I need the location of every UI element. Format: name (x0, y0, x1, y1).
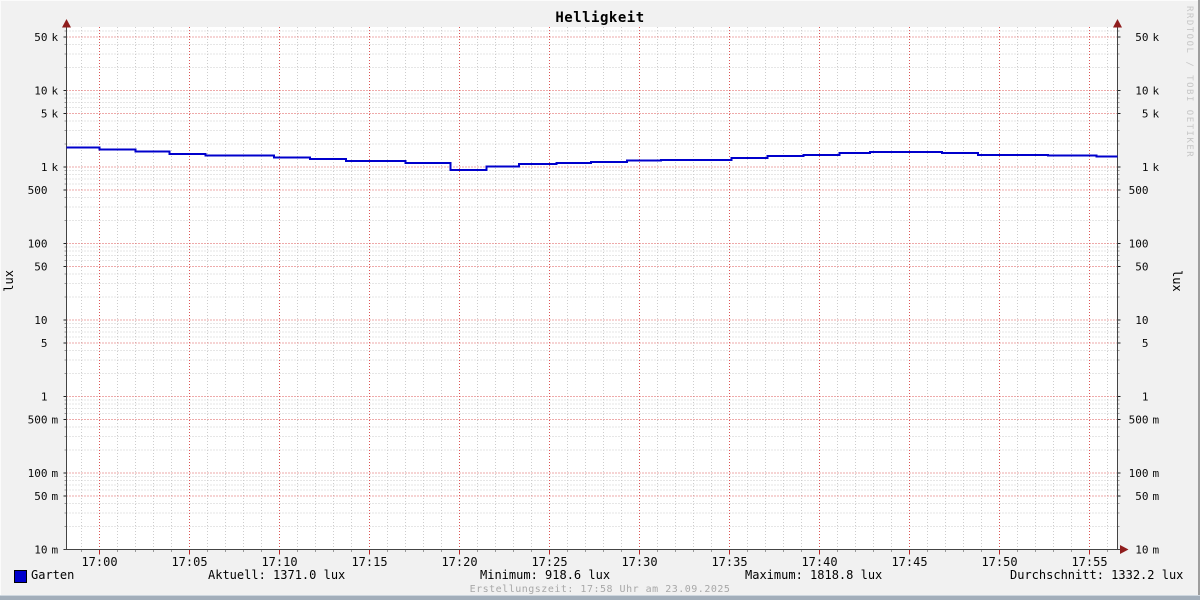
y-tick-unit-left: m (52, 467, 59, 480)
y-tick-label-left: 1 (41, 391, 48, 404)
y-tick-label-right: 1 (1142, 391, 1149, 404)
graph-frame: Helligkeit 17:00 17:05 17:10 17:15 17:20 17:2… (0, 0, 1200, 600)
y-tick-label-right: 100 (1129, 467, 1149, 480)
y-tick-unit-left: k (52, 31, 59, 44)
y-tick-label-left: 50 (34, 31, 47, 44)
y-tick-label-right: 100 (1129, 238, 1149, 251)
y-tick-label-left: 100 (28, 238, 48, 251)
y-tick-label-right: 500 (1129, 184, 1149, 197)
y-tick-label-right: 50 (1135, 31, 1148, 44)
x-tick-label: 17:20 (441, 555, 477, 569)
y-tick-unit-left: k (52, 161, 59, 174)
rrdtool-watermark: RRDTOOL / TOBI OETIKER (1184, 6, 1194, 159)
x-tick-label: 17:10 (261, 555, 297, 569)
legend-row: Garten Aktuell: 1371.0 lux Minimum: 918.… (0, 568, 1200, 583)
x-tick-label: 17:50 (981, 555, 1017, 569)
y-axis-unit-label-right: lux (1170, 270, 1184, 292)
y-tick-label-left: 10 (34, 314, 47, 327)
y-axis-arrow-right (1113, 19, 1122, 28)
y-tick-unit-left: m (52, 544, 59, 557)
legend-series-name: Garten (31, 568, 75, 582)
stat-aktuell: Aktuell: 1371.0 lux (208, 568, 346, 582)
y-tick-unit-left: k (52, 85, 59, 98)
y-tick-label-right: 50 (1135, 490, 1148, 503)
y-tick-unit-left: m (52, 490, 59, 503)
x-tick-label: 17:00 (81, 555, 117, 569)
y-tick-label-left: 50 (34, 490, 47, 503)
y-tick-label-right: 500 (1129, 414, 1149, 427)
legend-color-swatch (14, 570, 27, 583)
y-tick-label-right: 5 (1142, 337, 1149, 350)
x-tick-label: 17:35 (711, 555, 747, 569)
y-tick-unit-right: k (1153, 85, 1160, 98)
y-tick-label-right: 5 (1142, 108, 1149, 121)
y-axis-unit-label-left: lux (2, 270, 16, 292)
y-tick-label-right: 10 (1135, 85, 1148, 98)
y-tick-unit-right: k (1153, 31, 1160, 44)
stat-minimum: Minimum: 918.6 lux (480, 568, 611, 582)
y-tick-label-left: 500 (28, 414, 48, 427)
x-tick-label: 17:30 (621, 555, 657, 569)
y-tick-label-left: 100 (28, 467, 48, 480)
x-tick-label: 17:45 (891, 555, 927, 569)
y-tick-label-left: 50 (34, 261, 47, 274)
x-tick-label: 17:15 (351, 555, 387, 569)
y-tick-unit-left: k (52, 108, 59, 121)
y-tick-label-right: 1 (1142, 161, 1149, 174)
chart-canvas: 17:00 17:05 17:10 17:15 17:20 17:25 17:30 17:35… (28, 19, 1160, 569)
x-axis-arrow (1120, 545, 1129, 554)
y-tick-unit-right: m (1153, 544, 1160, 557)
y-tick-label-left: 5 (41, 108, 48, 121)
stat-maximum: Maximum: 1818.8 lux (745, 568, 883, 582)
x-tick-label: 17:55 (1071, 555, 1107, 569)
x-tick-label: 17:25 (531, 555, 567, 569)
y-tick-label-left: 1 (41, 161, 48, 174)
y-tick-unit-right: k (1153, 161, 1160, 174)
stat-durchschnitt: Durchschnitt: 1332.2 lux (1010, 568, 1184, 582)
y-tick-label-right: 10 (1135, 314, 1148, 327)
x-tick-label: 17:05 (171, 555, 207, 569)
creation-timestamp: Erstellungszeit: 17:58 Uhr am 23.09.2025 (469, 584, 731, 595)
y-tick-label-left: 5 (41, 337, 48, 350)
y-tick-unit-right: m (1153, 490, 1160, 503)
y-tick-label-right: 10 (1135, 544, 1148, 557)
y-tick-unit-right: m (1153, 467, 1160, 480)
y-tick-unit-left: m (52, 414, 59, 427)
y-axis-arrow-left (62, 19, 71, 28)
y-tick-label-left: 10 (34, 544, 47, 557)
plot-canvas (67, 27, 1117, 550)
y-tick-label-left: 10 (34, 85, 47, 98)
y-tick-label-right: 50 (1135, 261, 1148, 274)
y-tick-label-left: 500 (28, 184, 48, 197)
x-tick-label: 17:40 (801, 555, 837, 569)
y-tick-unit-right: m (1153, 414, 1160, 427)
y-tick-unit-right: k (1153, 108, 1160, 121)
